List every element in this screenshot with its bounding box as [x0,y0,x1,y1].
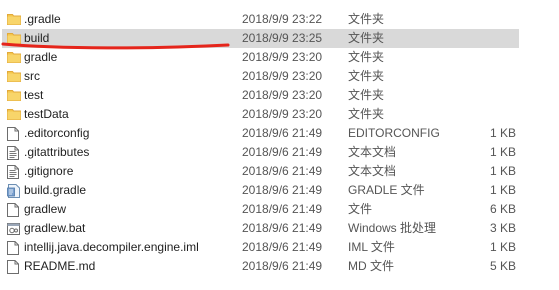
folder-icon [7,48,21,67]
file-date-modified: 2018/9/6 21:49 [242,183,323,197]
folder-icon [7,105,21,124]
folder-icon [7,29,21,48]
file-row[interactable]: gradle 2018/9/9 23:20 文件夹 [0,48,559,67]
file-type: Windows 批处理 [348,221,437,235]
file-type: 文件夹 [348,88,385,102]
file-size: 5 KB [489,259,516,273]
file-size: 1 KB [489,126,516,140]
file-type: 文件夹 [348,50,385,64]
file-type: IML 文件 [348,240,395,254]
file-name: test [24,88,44,102]
file-date-modified: 2018/9/6 21:49 [242,221,323,235]
folder-icon [7,10,21,29]
file-type: 文件夹 [348,69,385,83]
file-name: gradle [24,50,58,64]
file-type: 文件夹 [348,107,385,121]
file-type: 文件夹 [348,12,385,26]
file-type: EDITORCONFIG [348,126,440,140]
file-type: 文本文档 [348,164,397,178]
file-name: .gitattributes [24,145,90,159]
file-date-modified: 2018/9/9 23:22 [242,12,323,26]
file-row[interactable]: gradlew.bat 2018/9/6 21:49 Windows 批处理 3 KB [0,219,559,238]
file-name: gradlew [24,202,67,216]
blank-file-icon [7,257,21,276]
gradle-file-icon [7,181,21,200]
file-size: 1 KB [489,240,516,254]
text-file-icon [7,162,21,181]
file-size: 6 KB [489,202,516,216]
file-name: src [24,69,40,83]
file-type: 文件 [348,202,373,216]
file-list: .gradle 2018/9/9 23:22 文件夹 build 2018/9/9 23… [0,0,559,290]
file-date-modified: 2018/9/6 21:49 [242,164,323,178]
file-date-modified: 2018/9/6 21:49 [242,259,323,273]
file-name: build [24,31,50,45]
file-size [470,29,516,48]
file-size: 1 KB [489,164,516,178]
file-row[interactable]: README.md 2018/9/6 21:49 MD 文件 5 KB [0,257,559,276]
file-size [470,86,516,105]
file-row[interactable]: build 2018/9/9 23:25 文件夹 [0,29,559,48]
file-row[interactable]: src 2018/9/9 23:20 文件夹 [0,67,559,86]
folder-icon [7,86,21,105]
file-type: 文件夹 [348,31,385,45]
file-size [470,48,516,67]
file-date-modified: 2018/9/6 21:49 [242,145,323,159]
file-type: GRADLE 文件 [348,183,425,197]
file-date-modified: 2018/9/6 21:49 [242,202,323,216]
file-date-modified: 2018/9/9 23:20 [242,50,323,64]
file-date-modified: 2018/9/9 23:20 [242,69,323,83]
file-name: build.gradle [24,183,87,197]
file-row[interactable]: gradlew 2018/9/6 21:49 文件 6 KB [0,200,559,219]
file-name: .gitignore [24,164,74,178]
file-row[interactable]: test 2018/9/9 23:20 文件夹 [0,86,559,105]
blank-file-icon [7,238,21,257]
file-type: MD 文件 [348,259,394,273]
blank-file-icon [7,124,21,143]
file-date-modified: 2018/9/9 23:25 [242,31,323,45]
file-row[interactable]: .gitignore 2018/9/6 21:49 文本文档 1 KB [0,162,559,181]
file-name: .gradle [24,12,61,26]
file-name: testData [24,107,69,121]
file-type: 文本文档 [348,145,397,159]
file-name: .editorconfig [24,126,90,140]
file-size [470,10,516,29]
file-row[interactable]: .gradle 2018/9/9 23:22 文件夹 [0,10,559,29]
file-date-modified: 2018/9/6 21:49 [242,240,323,254]
file-size [470,105,516,124]
file-date-modified: 2018/9/9 23:20 [242,107,323,121]
file-row[interactable]: .gitattributes 2018/9/6 21:49 文本文档 1 KB [0,143,559,162]
folder-icon [7,67,21,86]
file-size: 1 KB [489,183,516,197]
file-date-modified: 2018/9/9 23:20 [242,88,323,102]
file-row[interactable]: build.gradle 2018/9/6 21:49 GRADLE 文件 1 KB [0,181,559,200]
file-size [470,67,516,86]
file-name: gradlew.bat [24,221,86,235]
batch-file-icon [7,219,21,238]
text-file-icon [7,143,21,162]
file-row[interactable]: .editorconfig 2018/9/6 21:49 EDITORCONFIG 1… [0,124,559,143]
file-size: 1 KB [489,145,516,159]
file-date-modified: 2018/9/6 21:49 [242,126,323,140]
blank-file-icon [7,200,21,219]
file-size: 3 KB [489,221,516,235]
file-row[interactable]: testData 2018/9/9 23:20 文件夹 [0,105,559,124]
file-name: README.md [24,259,96,273]
file-name: intellij.java.decompiler.engine.iml [24,240,199,254]
file-row[interactable]: intellij.java.decompiler.engine.iml 2018/… [0,238,559,257]
